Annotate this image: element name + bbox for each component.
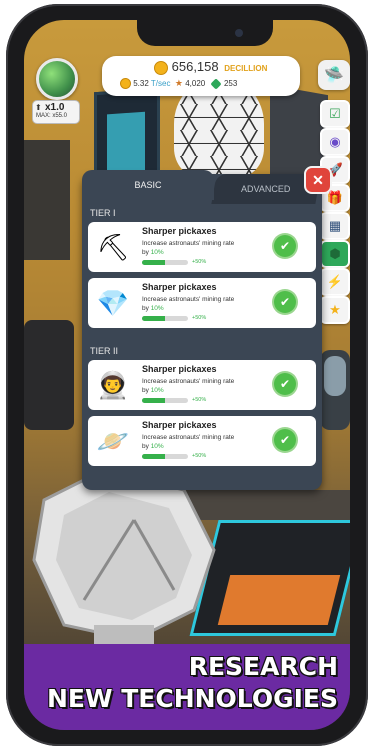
gems-value: 253 [223, 79, 238, 88]
desc-text: Increase astronauts' mining rate [142, 296, 235, 303]
research-card[interactable]: 👨‍🚀 Sharper pickaxes Increase astronauts… [88, 360, 316, 410]
progress-bar [142, 316, 188, 321]
phone-notch [137, 20, 273, 46]
promo-banner: RESEARCH NEW TECHNOLOGIES [24, 644, 350, 730]
arrow-up-icon: ⬆ [35, 103, 42, 112]
background-building [24, 320, 74, 430]
research-desc: Increase astronauts' mining rate by 10% [142, 295, 252, 313]
checkmark-icon[interactable]: ✔ [274, 373, 296, 395]
rover-body [217, 575, 341, 625]
background-building [24, 140, 70, 260]
tier-label: TIER II [90, 346, 119, 356]
research-title: Sharper pickaxes [142, 364, 217, 374]
desc-by: by [142, 249, 149, 256]
progress-bar [142, 398, 188, 403]
planet-icon: 🪐 [96, 425, 130, 456]
desc-value: 10% [150, 443, 164, 450]
star-icon[interactable]: ★ [320, 296, 350, 324]
gem-icon[interactable]: ⬢ [320, 240, 350, 268]
progress-fill [142, 454, 165, 459]
progress-fill [142, 316, 165, 321]
progress-label: +50% [192, 315, 207, 321]
desc-value: 10% [150, 305, 164, 312]
currency-bar: 656,158 DECILLION 5.32 T/sec ★ 4,020 253 [102, 56, 300, 96]
currency-amount: 656,158 [171, 59, 219, 74]
close-button[interactable]: ✕ [304, 166, 332, 194]
currency-stats: 5.32 T/sec ★ 4,020 253 [120, 78, 238, 90]
progress-label: +50% [192, 453, 207, 459]
coin-icon [120, 78, 131, 90]
research-card[interactable]: ⛏ Sharper pickaxes Increase astronauts' … [88, 222, 316, 272]
desc-by: by [142, 387, 149, 394]
gem-icon [210, 78, 222, 90]
desc-value: 10% [150, 387, 164, 394]
tasks-icon[interactable]: ☑ [320, 100, 350, 128]
planet-avatar[interactable] [36, 58, 78, 100]
progress-fill [142, 260, 165, 265]
research-card[interactable]: 💎 Sharper pickaxes Increase astronauts' … [88, 278, 316, 328]
astronaut-icon: 👨‍🚀 [96, 369, 130, 400]
research-title: Sharper pickaxes [142, 226, 217, 236]
desc-text: Increase astronauts' mining rate [142, 378, 235, 385]
desc-text: Increase astronauts' mining rate [142, 240, 235, 247]
stars-value: 4,020 [185, 79, 206, 88]
tier-label: TIER I [90, 208, 116, 218]
game-screen: ⬆ x1.0 MAX: x55.0 656,158 DECILLION 5.32… [24, 20, 350, 730]
portal-icon[interactable]: ◉ [320, 128, 350, 156]
multiplier-badge[interactable]: ⬆ x1.0 MAX: x55.0 [32, 100, 80, 124]
currency-main: 656,158 DECILLION [154, 59, 267, 75]
multiplier-max: MAX: x55.0 [36, 113, 68, 119]
capsule-pod [320, 350, 350, 430]
tab-advanced-label: ADVANCED [241, 184, 291, 194]
research-desc: Increase astronauts' mining rate by 10% [142, 239, 252, 257]
currency-unit: DECILLION [224, 64, 268, 73]
progress-bar [142, 260, 188, 265]
coin-icon [154, 60, 168, 75]
research-desc: Increase astronauts' mining rate by 10% [142, 377, 252, 395]
rate-value: 5.32 [133, 79, 149, 88]
ufo-icon[interactable]: 🛸 [318, 60, 350, 90]
research-card[interactable]: 🪐 Sharper pickaxes Increase astronauts' … [88, 416, 316, 466]
progress-label: +50% [192, 397, 207, 403]
research-desc: Increase astronauts' mining rate by 10% [142, 433, 252, 451]
star-icon: ★ [174, 78, 183, 88]
promo-line-1: RESEARCH [188, 652, 338, 681]
checkmark-icon[interactable]: ✔ [274, 235, 296, 257]
research-title: Sharper pickaxes [142, 282, 217, 292]
desc-by: by [142, 305, 149, 312]
promo-line-2: NEW TECHNOLOGIES [46, 684, 338, 713]
progress-fill [142, 398, 165, 403]
checkmark-icon[interactable]: ✔ [274, 291, 296, 313]
solar-panel-icon[interactable]: ▦ [320, 212, 350, 240]
progress-label: +50% [192, 259, 207, 265]
pod-glass [324, 356, 346, 396]
pickaxe-icon: ⛏ [96, 231, 130, 262]
lightning-icon[interactable]: ⚡ [320, 268, 350, 296]
research-title: Sharper pickaxes [142, 420, 217, 430]
progress-bar [142, 454, 188, 459]
crystal-icon: 💎 [96, 287, 130, 318]
desc-text: Increase astronauts' mining rate [142, 434, 235, 441]
rate-unit: T/sec [150, 79, 171, 88]
satellite-dish [32, 468, 216, 660]
checkmark-icon[interactable]: ✔ [274, 429, 296, 451]
phone-frame: ⬆ x1.0 MAX: x55.0 656,158 DECILLION 5.32… [6, 4, 368, 746]
desc-value: 10% [150, 249, 164, 256]
research-panel: ADVANCED BASIC TIER I ⛏ Sharper pickaxes… [82, 170, 322, 490]
tab-basic[interactable]: BASIC [82, 170, 214, 200]
multiplier-value: x1.0 [45, 102, 65, 113]
camera-icon [235, 29, 243, 37]
desc-by: by [142, 443, 149, 450]
